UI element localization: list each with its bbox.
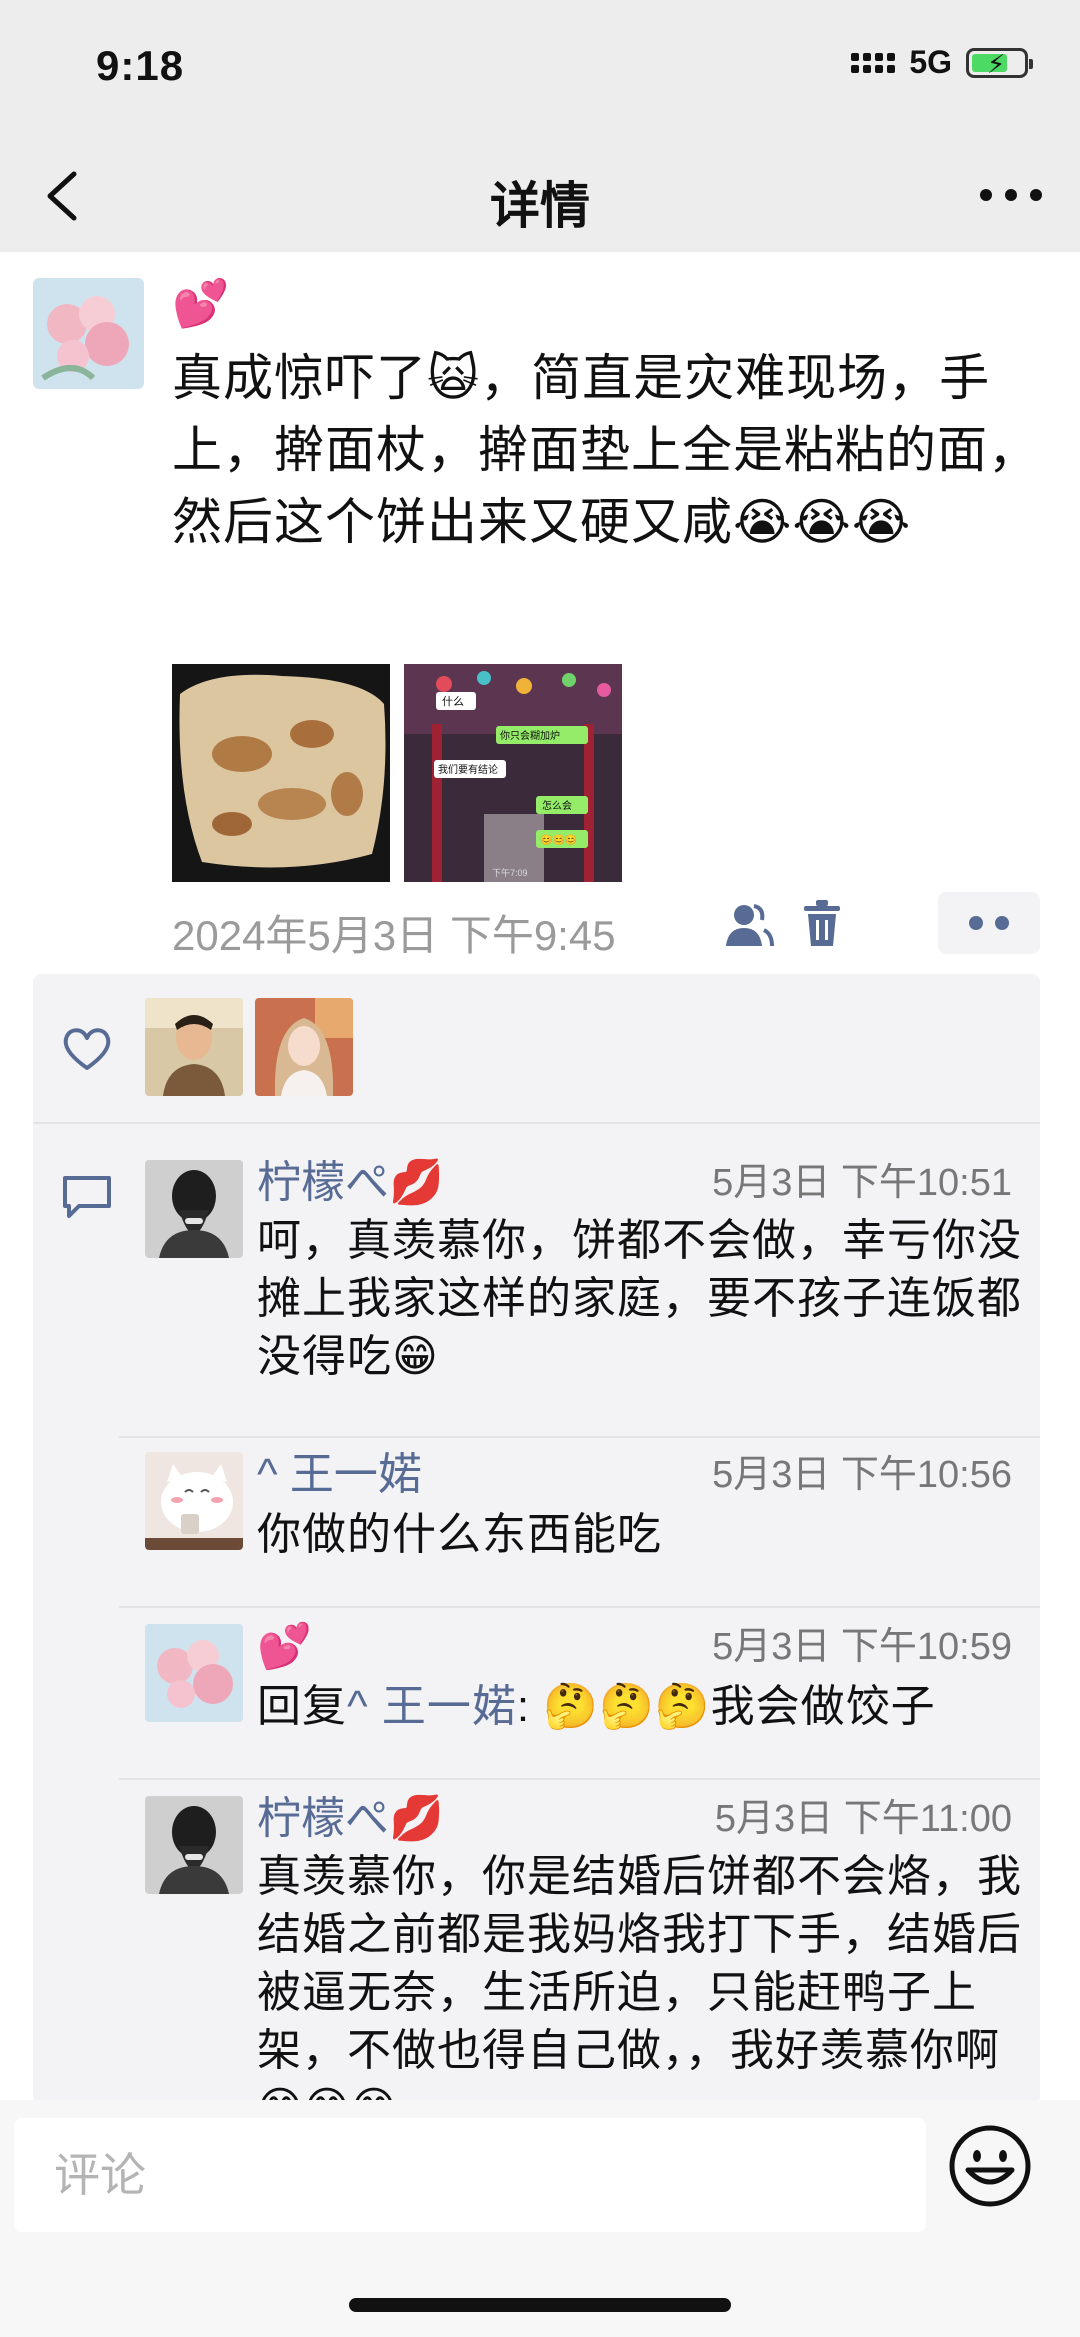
svg-text:你只会糊加炉: 你只会糊加炉 [500,729,560,742]
signal-icon [851,52,896,73]
post-time: 2024年5月3日 下午9:45 [172,912,616,959]
commenter-avatar[interactable] [145,1624,243,1722]
comment-time: 5月3日 下午10:56 [712,1454,1012,1496]
commenter-name[interactable]: 柠檬ぺ💋 [257,1154,444,1212]
emoji-smile-icon[interactable] [946,2122,1034,2210]
comment-item[interactable]: ^ 王一婼 5月3日 下午10:56 你做的什么东西能吃 [33,1450,1040,1572]
post-meta-row: 2024年5月3日 下午9:45 [172,892,1040,959]
commenter-avatar[interactable] [145,1452,243,1550]
comment-divider [119,1436,1040,1438]
like-user-avatar[interactable] [255,998,353,1096]
commenter-name[interactable]: 💕 [257,1618,312,1676]
page-title: 详情 [490,178,590,234]
comment-text: 真羡慕你，你是结婚后饼都不会烙，我结婚之前都是我妈烙我打下手，结婚后被逼无奈，生… [257,1852,1022,2104]
svg-text:怎么会: 怎么会 [542,799,572,812]
post-body: 💕 真成惊吓了🙀，简直是灾难现场，手上，擀面杖，擀面垫上全是粘粘的面，然后这个饼… [172,276,1052,558]
svg-text:下午7:09: 下午7:09 [492,867,528,878]
status-time: 9:18 [96,42,185,89]
like-user-avatar[interactable] [145,998,243,1096]
comment-text: 回复^ 王一婼: 🤔🤔🤔我会做饺子 [257,1678,1027,1736]
battery-charging-icon: ⚡ [966,47,1033,79]
commenter-name[interactable]: ^ 王一婼 [257,1446,422,1504]
comment-text: 你做的什么东西能吃 [257,1510,662,1559]
comment-time: 5月3日 下午10:51 [712,1162,1012,1204]
navigation-bar: 详情 [0,140,1080,252]
post-image-grid: 什么 你只会糊加炉 我们要有结论 怎么会 😊😊😊 下午7:09 [172,664,622,882]
commenter-name[interactable]: 柠檬ぺ💋 [257,1790,444,1848]
reply-colon: : [516,1682,544,1731]
status-bar: 9:18 5G ⚡ [0,0,1080,140]
likes-row [33,974,1040,1124]
comment-text: 呵，真羡慕你，饼都不会做，幸亏你没摊上我家这样的家庭，要不孩子连饭都没得吃😁 [257,1216,1022,1381]
comment-time: 5月3日 下午10:59 [712,1626,1012,1668]
comment-time: 5月3日 下午11:00 [714,1798,1012,1840]
home-indicator [349,2298,731,2312]
post-author-name[interactable]: 💕 [172,276,1052,336]
chat-screenshot-photo[interactable]: 什么 你只会糊加炉 我们要有结论 怎么会 😊😊😊 下午7:09 [404,664,622,882]
visibility-people-icon[interactable] [724,902,774,948]
post-text: 真成惊吓了🙀，简直是灾难现场，手上，擀面杖，擀面垫上全是粘粘的面，然后这个饼出来… [172,350,1039,550]
commenter-avatar[interactable] [145,1796,243,1894]
network-label: 5G [909,44,952,80]
comment-divider [119,1778,1040,1780]
commenter-avatar[interactable] [145,1160,243,1258]
svg-text:我们要有结论: 我们要有结论 [438,763,498,776]
interaction-panel: 柠檬ぺ💋 5月3日 下午10:51 呵，真羡慕你，饼都不会做，幸亏你没摊上我家这… [33,974,1040,2104]
reply-text: 🤔🤔🤔我会做饺子 [543,1682,936,1731]
comment-divider [119,1606,1040,1608]
flatbread-photo[interactable] [172,664,390,882]
trash-icon[interactable] [802,900,842,948]
comment-item[interactable]: 柠檬ぺ💋 5月3日 下午10:51 呵，真羡慕你，饼都不会做，幸亏你没摊上我家这… [33,1158,1040,1420]
comment-item[interactable]: 柠檬ぺ💋 5月3日 下午11:00 真羡慕你，你是结婚后饼都不会烙，我结婚之前都… [33,1794,1040,2104]
post-author-avatar[interactable] [33,278,144,389]
reply-prefix: 回复 [257,1682,347,1731]
svg-text:😊😊😊: 😊😊😊 [540,834,577,846]
post-actions-button[interactable] [938,892,1040,954]
comment-input[interactable] [14,2118,926,2232]
comment-item[interactable]: 💕 5月3日 下午10:59 回复^ 王一婼: 🤔🤔🤔我会做饺子 [33,1622,1040,1754]
more-dots-icon[interactable] [976,170,1046,220]
svg-text:什么: 什么 [442,695,464,708]
reply-target-name[interactable]: ^ 王一婼 [347,1682,517,1731]
status-indicators: 5G ⚡ [851,44,1033,81]
heart-icon [63,1028,111,1070]
